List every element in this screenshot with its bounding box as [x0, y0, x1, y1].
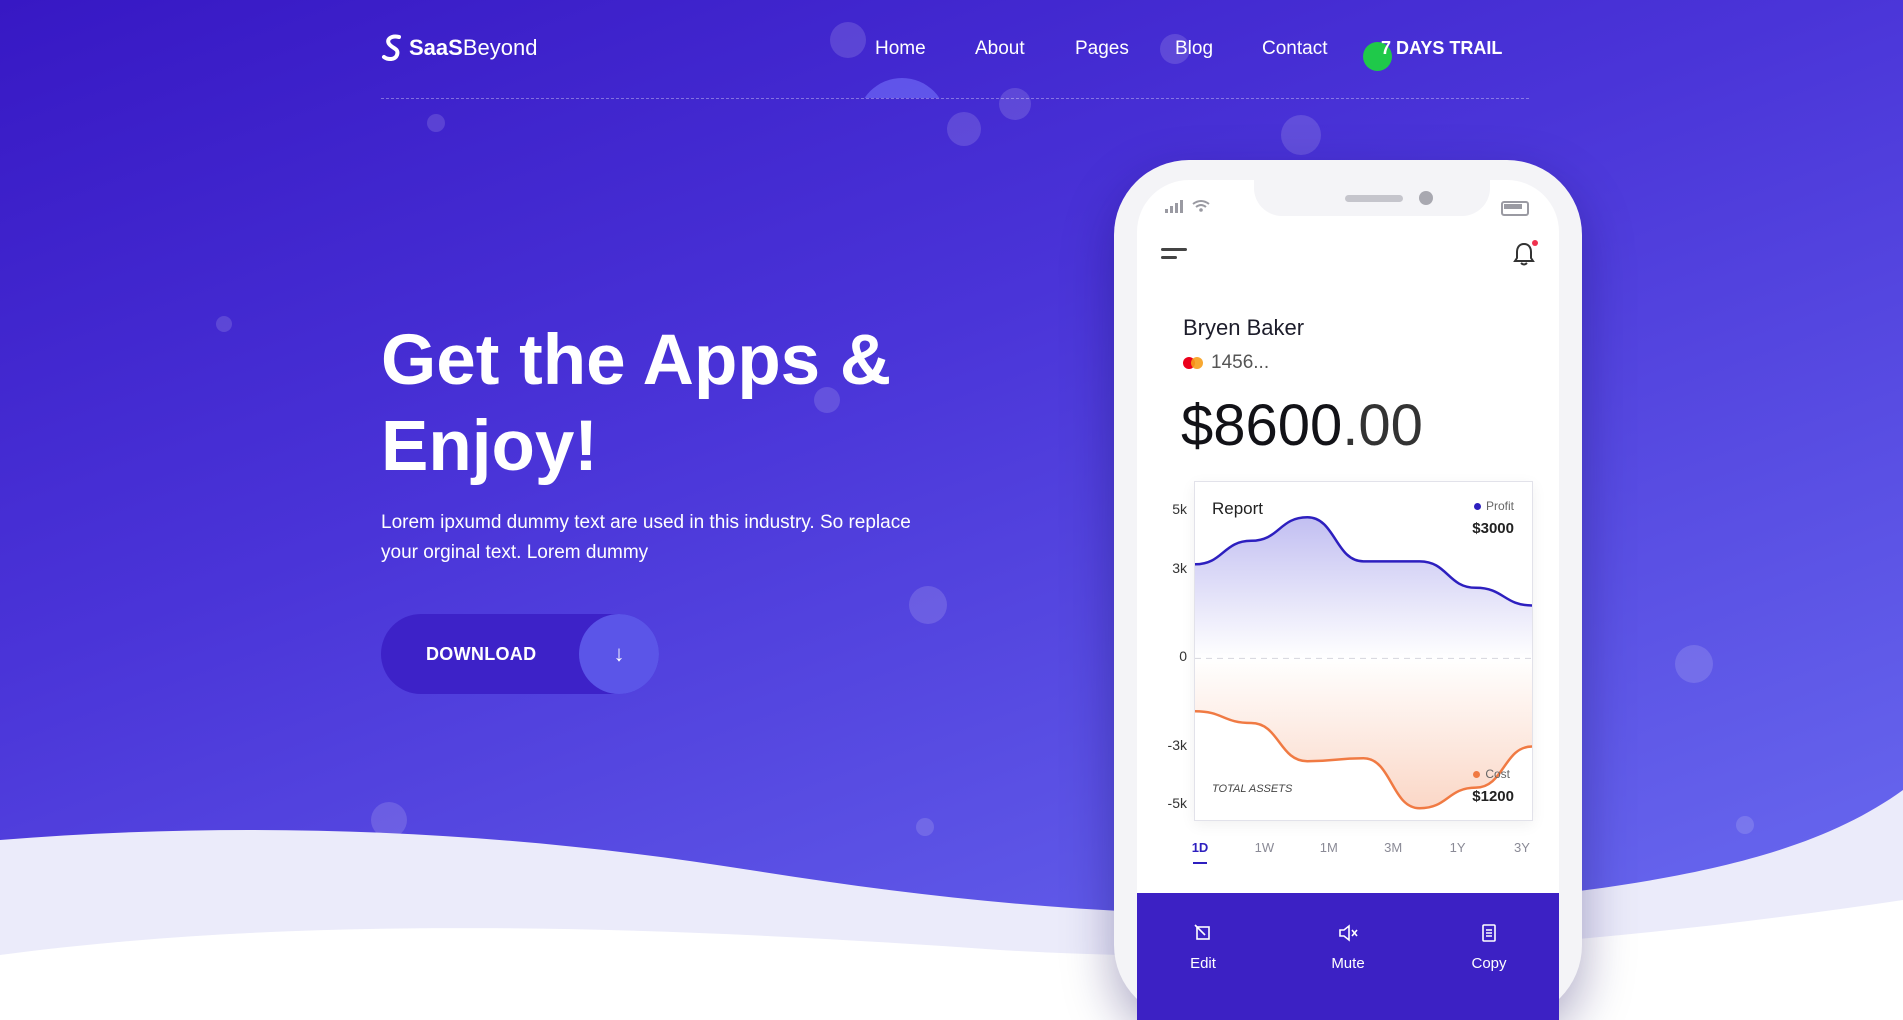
bell-icon[interactable] [1513, 240, 1538, 271]
battery-icon [1501, 201, 1529, 216]
legend-cost: Cost [1473, 767, 1510, 781]
nav-trial[interactable]: 7 DAYS TRAIL [1381, 38, 1502, 59]
action-bar: Edit Mute Copy [1137, 893, 1559, 1020]
nav-pages[interactable]: Pages [1075, 38, 1129, 60]
edit-icon [1163, 923, 1243, 949]
y-tick-label: 0 [1179, 648, 1187, 665]
mastercard-icon [1183, 356, 1205, 370]
cost-dot [1473, 771, 1481, 778]
hero-description: Lorem ipxumd dummy text are used in this… [381, 512, 911, 563]
y-tick-label: 5k [1172, 501, 1187, 518]
brand-logo[interactable]: SaaS Beyond [381, 34, 537, 62]
phone-notch [1254, 180, 1490, 216]
total-assets-label: TOTAL ASSETS [1212, 783, 1293, 795]
balance-amount: $8600.00 [1181, 392, 1423, 459]
nav-home[interactable]: Home [875, 38, 926, 60]
y-tick-label: 3k [1172, 560, 1187, 577]
phone-screen: Bryen Baker 1456... $8600.00 5k 3k 0 -3k -5k… [1137, 180, 1559, 1020]
copy-icon [1449, 923, 1529, 949]
range-tab[interactable]: 1D [1185, 840, 1215, 864]
mute-icon [1308, 923, 1388, 949]
copy-action[interactable]: Copy [1449, 923, 1529, 972]
card-number: 1456... [1211, 352, 1270, 373]
legend-cost-label: Cost [1485, 767, 1510, 781]
card-info: 1456... [1183, 352, 1269, 374]
camera-icon [1419, 191, 1433, 205]
brand-name-light: Beyond [462, 35, 538, 60]
menu-icon[interactable] [1161, 248, 1187, 264]
speaker-icon [1345, 195, 1403, 202]
mute-label: Mute [1331, 955, 1365, 972]
hero-title: Get the Apps & Enjoy! [381, 321, 892, 486]
cost-value: $1200 [1472, 788, 1514, 805]
nav-about[interactable]: About [975, 38, 1025, 60]
nav-blog[interactable]: Blog [1175, 38, 1213, 60]
download-button[interactable]: DOWNLOAD ↓ [381, 614, 659, 694]
range-tabs: 1D 1W 1M 3M 1Y 3Y [1185, 840, 1537, 864]
range-tab[interactable]: 1M [1314, 840, 1344, 855]
phone-mockup: Bryen Baker 1456... $8600.00 5k 3k 0 -3k -5k… [1114, 160, 1582, 1020]
range-tab[interactable]: 1Y [1443, 840, 1473, 855]
mute-action[interactable]: Mute [1308, 923, 1388, 972]
balance-main: $8600 [1181, 393, 1343, 458]
signal-wifi-icon [1165, 200, 1210, 213]
logo-icon [382, 34, 401, 62]
download-label: DOWNLOAD [426, 644, 537, 664]
edit-label: Edit [1190, 955, 1216, 972]
edit-action[interactable]: Edit [1163, 923, 1243, 972]
user-name: Bryen Baker [1183, 315, 1305, 340]
copy-label: Copy [1471, 955, 1507, 972]
range-tab[interactable]: 3M [1378, 840, 1408, 855]
range-tab[interactable]: 3Y [1507, 840, 1537, 855]
y-tick-label: -5k [1167, 795, 1187, 812]
brand-name-bold: SaaS [409, 35, 463, 60]
range-tab[interactable]: 1W [1249, 840, 1279, 855]
balance-cents: .00 [1342, 393, 1423, 458]
header-divider [381, 98, 1529, 99]
download-arrow-icon: ↓ [579, 614, 659, 694]
y-tick-label: -3k [1167, 736, 1187, 753]
notification-dot [1532, 240, 1538, 246]
report-card: Report Profit $3000 TOTAL ASSETS Cost $1… [1194, 481, 1533, 821]
nav-contact[interactable]: Contact [1262, 38, 1327, 60]
